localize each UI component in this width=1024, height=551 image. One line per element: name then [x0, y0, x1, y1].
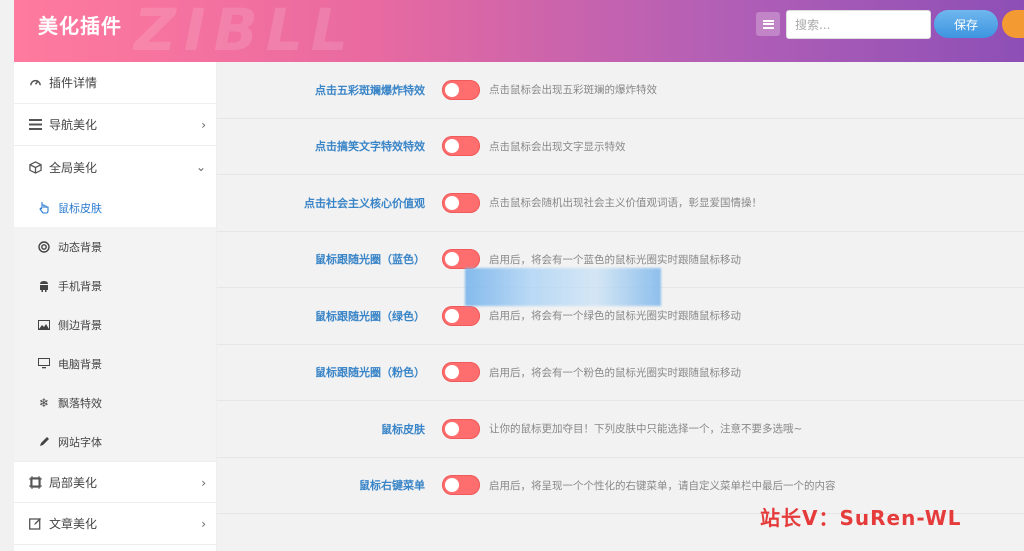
setting-label: 鼠标右键菜单 [359, 479, 425, 493]
redaction-mosaic [465, 268, 661, 306]
page-title: 美化插件 [38, 14, 122, 38]
sub-item-label: 侧边背景 [58, 318, 102, 332]
sub-item-label: 电脑背景 [58, 357, 102, 371]
overlay-watermark: 站长V：SuRen-WL [760, 506, 962, 530]
setting-description: 启用后，将会有一个绿色的鼠标光圈实时跟随鼠标移动 [489, 310, 741, 323]
app-header: ZIBLL 美化插件 保存 [14, 0, 1024, 62]
save-button[interactable]: 保存 [934, 10, 998, 38]
sidebar-item-label: 文章美化 [49, 517, 98, 531]
nav-icon [28, 118, 42, 132]
setting-row: 点击五彩斑斓爆炸特效 点击鼠标会出现五彩斑斓的爆炸特效 [217, 62, 1024, 119]
search-input[interactable] [786, 10, 931, 39]
chevron-right-icon: › [201, 517, 206, 531]
image-icon [38, 319, 50, 331]
sub-item-site-font[interactable]: 网站字体 [14, 422, 216, 461]
toggle-knob [445, 82, 459, 97]
sidebar-item-nav-beautify[interactable]: 导航美化 › [14, 104, 216, 146]
setting-row: 点击社会主义核心价值观 点击鼠标会随机出现社会主义价值观词语，彰显爱国情操！ [217, 175, 1024, 232]
sidebar-item-article-beautify[interactable]: 文章美化 › [14, 503, 216, 545]
toggle-knob [445, 252, 459, 267]
chevron-down-icon: ⌄ [195, 160, 206, 174]
setting-label: 点击社会主义核心价值观 [304, 196, 425, 210]
sub-item-mobile-bg[interactable]: 手机背景 [14, 266, 216, 305]
sub-item-label: 网站字体 [58, 435, 102, 449]
setting-toggle[interactable] [442, 249, 480, 270]
setting-label: 鼠标跟随光圈（绿色） [315, 309, 425, 323]
toggle-knob [445, 365, 459, 380]
sub-item-label: 鼠标皮肤 [58, 201, 102, 215]
sub-item-falling-effect[interactable]: ❄ 飘落特效 [14, 383, 216, 422]
sub-item-label: 动态背景 [58, 240, 102, 254]
sub-item-label: 手机背景 [58, 279, 102, 293]
setting-row: 点击搞笑文字特效特效 点击鼠标会出现文字显示特效 [217, 119, 1024, 175]
sub-item-label: 飘落特效 [58, 396, 102, 410]
desktop-icon [38, 358, 50, 370]
sidebar: 插件详情 导航美化 › 全局美化 ⌄ 鼠标皮肤 动态背景 手机背景 侧边背景 电… [14, 62, 217, 551]
sidebar-item-label: 局部美化 [49, 475, 98, 490]
setting-description: 点击鼠标会出现文字显示特效 [489, 140, 626, 153]
sidebar-item-label: 导航美化 [49, 118, 98, 132]
header-watermark: ZIBLL [134, 0, 356, 62]
setting-description: 点击鼠标会出现五彩斑斓的爆炸特效 [489, 84, 657, 97]
setting-description: 让你的鼠标更加夺目！下列皮肤中只能选择一个，注意不要多选哦~ [489, 423, 803, 436]
cube-icon [28, 160, 42, 174]
setting-toggle[interactable] [442, 362, 480, 383]
setting-label: 鼠标皮肤 [381, 422, 425, 436]
sidebar-item-label: 全局美化 [49, 160, 98, 175]
gauge-icon [28, 76, 42, 90]
toggle-knob [445, 308, 459, 323]
toggle-knob [445, 478, 459, 493]
sub-item-dynamic-bg[interactable]: 动态背景 [14, 227, 216, 266]
setting-description: 启用后，将呈现一个个性化的右键菜单，请自定义菜单栏中最后一个的内容 [489, 479, 836, 492]
settings-panel: 点击五彩斑斓爆炸特效 点击鼠标会出现五彩斑斓的爆炸特效 点击搞笑文字特效特效 点… [217, 62, 1024, 551]
setting-label: 点击搞笑文字特效特效 [315, 140, 425, 154]
snowflake-icon: ❄ [38, 395, 50, 410]
sidebar-item-label: 插件详情 [49, 76, 98, 90]
setting-row: 鼠标跟随光圈（粉色） 启用后，将会有一个粉色的鼠标光圈实时跟随鼠标移动 [217, 345, 1024, 401]
sub-item-sidebar-bg[interactable]: 侧边背景 [14, 305, 216, 344]
setting-toggle[interactable] [442, 192, 480, 213]
sub-item-desktop-bg[interactable]: 电脑背景 [14, 344, 216, 383]
setting-description: 启用后，将会有一个蓝色的鼠标光圈实时跟随鼠标移动 [489, 253, 741, 266]
toggle-knob [445, 139, 459, 154]
setting-label: 点击五彩斑斓爆炸特效 [315, 83, 425, 97]
android-icon [38, 280, 50, 292]
setting-toggle[interactable] [442, 418, 480, 439]
setting-row: 鼠标皮肤 让你的鼠标更加夺目！下列皮肤中只能选择一个，注意不要多选哦~ [217, 401, 1024, 458]
setting-toggle[interactable] [442, 305, 480, 326]
edit-icon [28, 517, 42, 531]
setting-description: 点击鼠标会随机出现社会主义价值观词语，彰显爱国情操！ [489, 197, 762, 210]
setting-toggle[interactable] [442, 79, 480, 100]
sidebar-item-partial-beautify[interactable]: 局部美化 › [14, 461, 216, 503]
toggle-knob [445, 195, 459, 210]
setting-toggle[interactable] [442, 475, 480, 496]
menu-toggle-button[interactable] [756, 12, 780, 36]
frame-icon [28, 475, 42, 489]
sidebar-item-global-beautify[interactable]: 全局美化 ⌄ [14, 146, 216, 188]
setting-toggle[interactable] [442, 136, 480, 157]
submenu-global-beautify: 鼠标皮肤 动态背景 手机背景 侧边背景 电脑背景 ❄ 飘落特效 网站字体 [14, 188, 216, 461]
sub-item-mouse-skin[interactable]: 鼠标皮肤 [14, 188, 216, 227]
toggle-knob [445, 421, 459, 436]
setting-label: 鼠标跟随光圈（粉色） [315, 366, 425, 380]
sidebar-item-plugin-details[interactable]: 插件详情 [14, 62, 216, 104]
chevron-right-icon: › [201, 476, 206, 490]
reset-button[interactable] [1002, 10, 1024, 38]
hamburger-icon [762, 19, 774, 29]
pen-icon [38, 436, 50, 448]
setting-label: 鼠标跟随光圈（蓝色） [315, 253, 425, 267]
hand-pointer-icon [38, 202, 50, 214]
chevron-right-icon: › [201, 118, 206, 132]
setting-description: 启用后，将会有一个粉色的鼠标光圈实时跟随鼠标移动 [489, 366, 741, 379]
lifebuoy-icon [38, 240, 50, 253]
